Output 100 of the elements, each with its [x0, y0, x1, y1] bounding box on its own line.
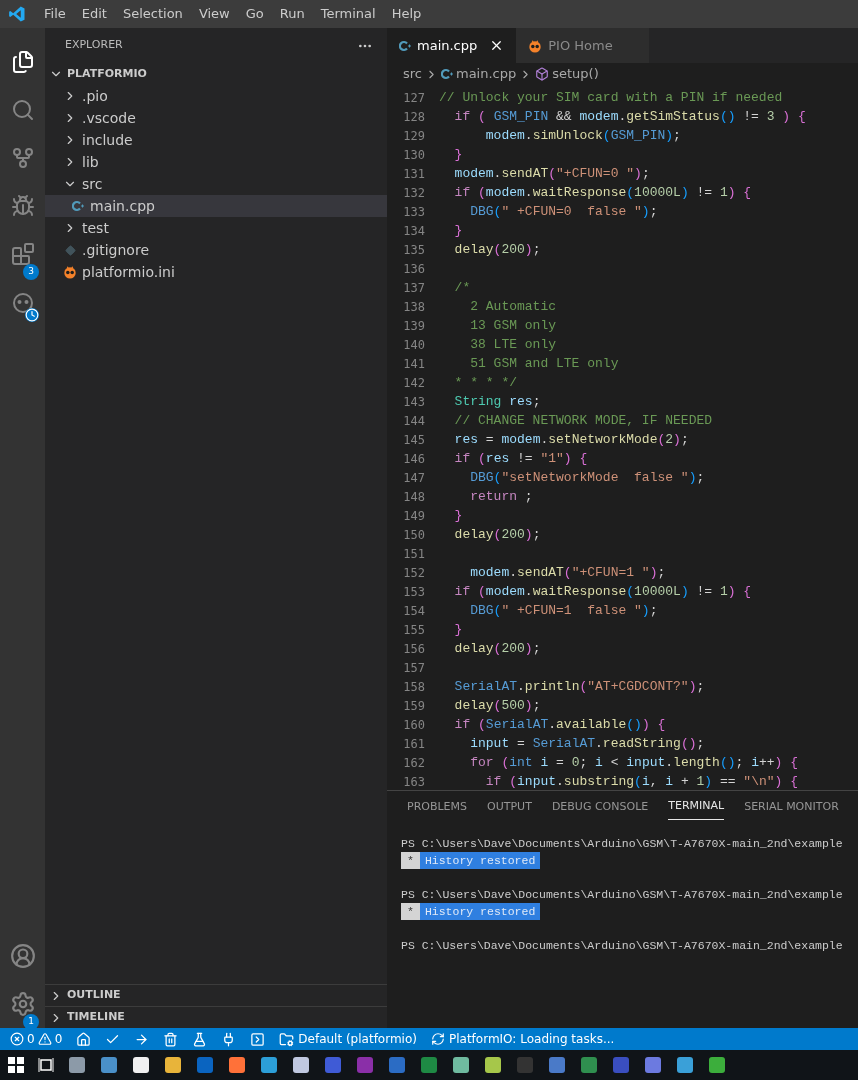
settings-icon[interactable] — [9, 991, 36, 1017]
code-line: delay(200); — [453, 240, 541, 259]
environment-button[interactable]: Default (platformio) — [279, 1030, 417, 1048]
alien-head-icon[interactable] — [10, 290, 35, 314]
code-line: } — [453, 620, 463, 639]
menu-item[interactable]: Terminal — [312, 4, 384, 24]
app-icon[interactable] — [164, 1056, 182, 1074]
panel-tab[interactable]: DEBUG CONSOLE — [551, 794, 649, 820]
arrow-right-icon[interactable] — [134, 1031, 150, 1047]
code-line: // Unlock your SIM card with a PIN if needed — [439, 88, 783, 107]
start-icon[interactable] — [8, 1057, 24, 1073]
tree-item[interactable]: lib — [45, 151, 387, 173]
line-number: 158 — [402, 678, 426, 696]
line-number: 145 — [402, 431, 426, 449]
tree-item[interactable]: .pio — [45, 85, 387, 107]
app-icon[interactable] — [68, 1056, 86, 1074]
task-status[interactable]: PlatformIO: Loading tasks... — [430, 1030, 615, 1048]
line-number: 134 — [402, 222, 426, 240]
code-line: for (int i = 0; i < input.length(); i++) { — [469, 753, 798, 772]
code-line: } — [453, 506, 463, 525]
tree-item[interactable]: platformio.ini — [45, 261, 387, 283]
line-number: 128 — [402, 108, 426, 126]
line-number: 133 — [402, 203, 426, 221]
line-number: 136 — [402, 260, 426, 278]
extensions-icon[interactable] — [10, 242, 35, 266]
terminal-icon[interactable] — [250, 1031, 266, 1047]
code-line: /* — [453, 278, 471, 297]
menu-item[interactable]: Edit — [73, 4, 115, 24]
menu-item[interactable]: File — [36, 4, 74, 24]
line-number: 146 — [402, 450, 426, 468]
line-number: 129 — [402, 127, 426, 145]
panel-tab[interactable]: PROBLEMS — [407, 794, 468, 820]
tree-item[interactable]: main.cpp — [45, 195, 387, 217]
section-header[interactable]: OUTLINE — [45, 984, 387, 1006]
panel-tab[interactable]: OUTPUT — [487, 794, 532, 820]
source-control-icon[interactable] — [10, 146, 35, 170]
c-plus-plus-file-icon — [399, 39, 411, 52]
notice-mark: * — [401, 852, 420, 869]
trash-icon[interactable] — [163, 1031, 179, 1047]
line-number: 135 — [402, 241, 426, 259]
tree-item[interactable]: .vscode — [45, 107, 387, 129]
code-line: return ; — [469, 487, 533, 506]
menu-item[interactable]: View — [190, 4, 238, 24]
editor-tab[interactable]: PIO Home — [516, 28, 649, 63]
files-icon[interactable] — [10, 50, 35, 74]
editor-tab[interactable]: main.cpp — [387, 28, 517, 63]
menu-item[interactable]: Help — [383, 4, 430, 24]
menu-item[interactable]: Selection — [114, 4, 191, 24]
code-line: modem.sendAT("+CFUN=0 "); — [453, 164, 650, 183]
line-number: 163 — [402, 773, 426, 790]
section-header[interactable]: PLATFORMIO — [45, 63, 387, 85]
line-number: 127 — [402, 89, 426, 107]
panel-tab[interactable]: TERMINAL — [668, 794, 725, 820]
app-icon[interactable] — [708, 1056, 726, 1074]
error-icon — [10, 1032, 24, 1046]
tree-item[interactable]: src — [45, 173, 387, 195]
line-number: 161 — [402, 735, 426, 753]
panel-tab[interactable]: SERIAL MONITOR — [744, 794, 839, 820]
breadcrumb-item[interactable]: setup() — [552, 64, 599, 84]
tree-item[interactable]: include — [45, 129, 387, 151]
line-number: 137 — [402, 279, 426, 297]
code-line: } — [453, 145, 463, 164]
code-line: res = modem.setNetworkMode(2); — [453, 430, 689, 449]
flask-icon[interactable] — [192, 1031, 208, 1047]
account-icon[interactable] — [9, 943, 36, 969]
menu-item[interactable]: Run — [271, 4, 313, 24]
app-icon[interactable] — [676, 1056, 694, 1074]
line-number: 132 — [402, 184, 426, 202]
line-number: 141 — [402, 355, 426, 373]
task-view-icon[interactable] — [38, 1057, 54, 1073]
app-icon[interactable] — [132, 1056, 150, 1074]
app-icon[interactable] — [292, 1056, 310, 1074]
code-line: 2 Automatic — [469, 297, 557, 316]
breadcrumb-item[interactable]: src — [403, 64, 422, 84]
breadcrumb-item[interactable]: main.cpp — [456, 64, 517, 84]
line-number: 131 — [402, 165, 426, 183]
c-plus-plus-file-icon — [441, 68, 453, 80]
menu-item[interactable]: Go — [237, 4, 272, 24]
line-number: 162 — [402, 754, 426, 772]
diamond-file-icon — [64, 244, 76, 256]
problems-button[interactable]: 0 0 — [10, 1030, 63, 1048]
tree-item[interactable]: test — [45, 217, 387, 239]
app-icon[interactable] — [452, 1056, 470, 1074]
c-plus-plus-file-icon — [72, 200, 84, 212]
line-number: 149 — [402, 507, 426, 525]
line-number: 139 — [402, 317, 426, 335]
app-icon[interactable] — [228, 1056, 246, 1074]
line-number: 142 — [402, 374, 426, 392]
line-number: 144 — [402, 412, 426, 430]
line-number: 151 — [402, 545, 426, 563]
code-line: DBG(" +CFUN=0 false "); — [469, 202, 658, 221]
app-icon[interactable] — [484, 1056, 502, 1074]
run-debug-icon[interactable] — [10, 194, 35, 218]
search-icon[interactable] — [10, 98, 35, 122]
app-icon[interactable] — [260, 1056, 278, 1074]
code-line: delay(500); — [453, 696, 541, 715]
tree-item[interactable]: .gitignore — [45, 239, 387, 261]
line-number: 160 — [402, 716, 426, 734]
home-icon[interactable] — [76, 1031, 92, 1047]
folder-gear-icon — [279, 1031, 295, 1047]
